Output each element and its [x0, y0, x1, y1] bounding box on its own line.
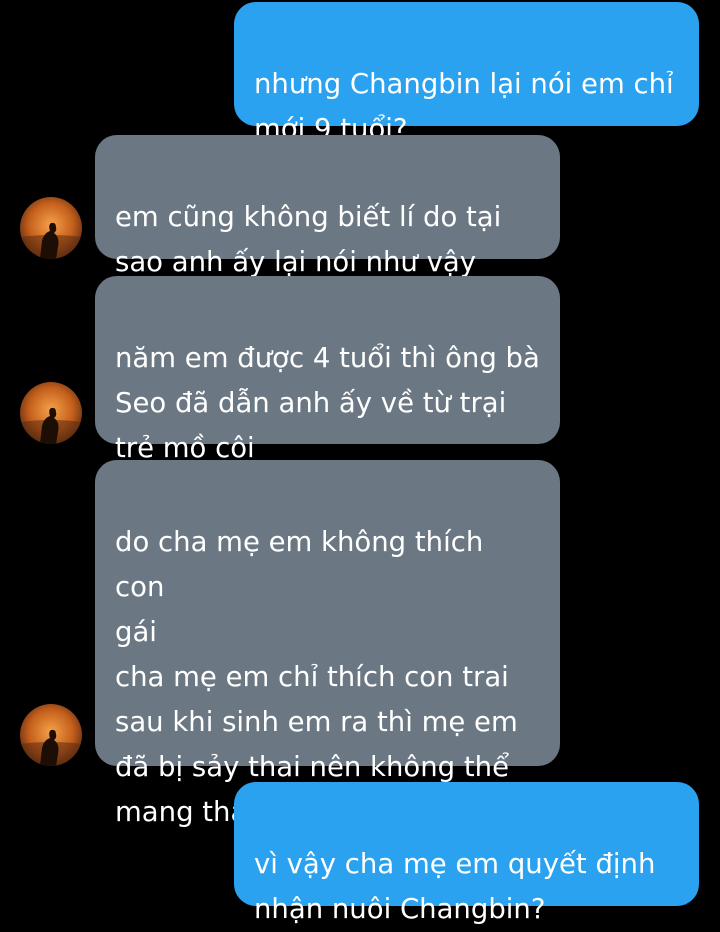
- outgoing-message-bubble[interactable]: vì vậy cha mẹ em quyết định nhận nuôi Ch…: [234, 782, 699, 925]
- sunset-silhouette-avatar-icon[interactable]: [20, 704, 82, 766]
- incoming-message-bubble[interactable]: năm em được 4 tuổi thì ông bà Seo đã dẫn…: [95, 276, 560, 464]
- message-text: năm em được 4 tuổi thì ông bà Seo đã dẫn…: [115, 342, 540, 464]
- sunset-silhouette-avatar-icon[interactable]: [20, 382, 82, 444]
- message-text: vì vậy cha mẹ em quyết định nhận nuôi Ch…: [254, 848, 656, 925]
- message-text: nhưng Changbin lại nói em chỉ mới 9 tuổi…: [254, 68, 674, 145]
- sunset-silhouette-avatar-icon[interactable]: [20, 197, 82, 259]
- message-text: em cũng không biết lí do tại sao anh ấy …: [115, 201, 502, 278]
- incoming-message-bubble[interactable]: do cha mẹ em không thích con gái cha mẹ …: [95, 460, 560, 828]
- incoming-message-bubble[interactable]: em cũng không biết lí do tại sao anh ấy …: [95, 135, 560, 278]
- outgoing-message-bubble[interactable]: nhưng Changbin lại nói em chỉ mới 9 tuổi…: [234, 2, 699, 145]
